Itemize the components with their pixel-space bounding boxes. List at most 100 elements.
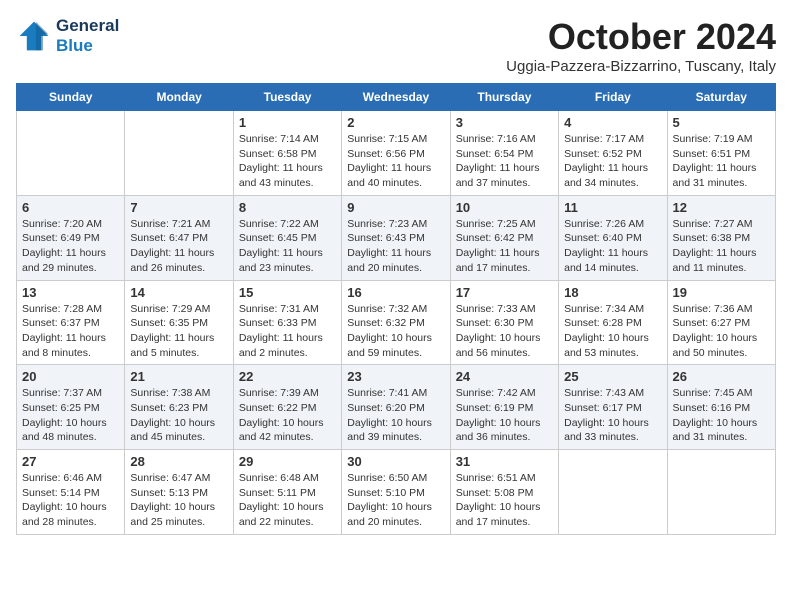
logo-icon	[16, 18, 52, 54]
title-block: October 2024 Uggia-Pazzera-Bizzarrino, T…	[506, 16, 776, 75]
calendar-cell: 10 Sunrise: 7:25 AMSunset: 6:42 PMDayligh…	[450, 195, 558, 280]
day-number: 20	[22, 369, 119, 384]
day-number: 8	[239, 200, 336, 215]
calendar-cell: 15 Sunrise: 7:31 AMSunset: 6:33 PMDayligh…	[233, 280, 341, 365]
day-number: 30	[347, 454, 444, 469]
calendar-cell	[125, 111, 233, 196]
day-number: 16	[347, 285, 444, 300]
calendar-cell: 17 Sunrise: 7:33 AMSunset: 6:30 PMDayligh…	[450, 280, 558, 365]
day-number: 15	[239, 285, 336, 300]
calendar-cell: 24Sunrise: 7:42 AMSunset: 6:19 PMDayligh…	[450, 365, 558, 450]
calendar-cell: 21Sunrise: 7:38 AMSunset: 6:23 PMDayligh…	[125, 365, 233, 450]
day-info: Sunrise: 7:36 AMSunset: 6:27 PMDaylight:…	[673, 303, 758, 359]
calendar-table: SundayMondayTuesdayWednesdayThursdayFrid…	[16, 83, 776, 535]
day-info: Sunrise: 7:32 AMSunset: 6:32 PMDaylight:…	[347, 303, 432, 359]
day-info: Sunrise: 7:20 AMSunset: 6:49 PMDaylight:…	[22, 218, 106, 274]
day-number: 18	[564, 285, 661, 300]
day-info: Sunrise: 7:33 AMSunset: 6:30 PMDaylight:…	[456, 303, 541, 359]
day-info: Sunrise: 7:15 AMSunset: 6:56 PMDaylight:…	[347, 133, 431, 189]
location-title: Uggia-Pazzera-Bizzarrino, Tuscany, Italy	[506, 58, 776, 75]
day-number: 28	[130, 454, 227, 469]
calendar-cell: 2Sunrise: 7:15 AMSunset: 6:56 PMDaylight…	[342, 111, 450, 196]
day-info: Sunrise: 7:22 AMSunset: 6:45 PMDaylight:…	[239, 218, 323, 274]
day-info: Sunrise: 6:51 AMSunset: 5:08 PMDaylight:…	[456, 472, 541, 528]
day-info: Sunrise: 7:27 AMSunset: 6:38 PMDaylight:…	[673, 218, 757, 274]
day-info: Sunrise: 7:31 AMSunset: 6:33 PMDaylight:…	[239, 303, 323, 359]
calendar-cell: 13 Sunrise: 7:28 AMSunset: 6:37 PMDayligh…	[17, 280, 125, 365]
header-row: SundayMondayTuesdayWednesdayThursdayFrid…	[17, 84, 776, 111]
day-info: Sunrise: 7:39 AMSunset: 6:22 PMDaylight:…	[239, 387, 324, 443]
day-number: 10	[456, 200, 553, 215]
day-number: 14	[130, 285, 227, 300]
calendar-cell	[559, 450, 667, 535]
day-header-saturday: Saturday	[667, 84, 775, 111]
day-header-tuesday: Tuesday	[233, 84, 341, 111]
day-info: Sunrise: 7:25 AMSunset: 6:42 PMDaylight:…	[456, 218, 540, 274]
calendar-cell	[17, 111, 125, 196]
day-number: 17	[456, 285, 553, 300]
day-number: 12	[673, 200, 770, 215]
day-info: Sunrise: 6:46 AMSunset: 5:14 PMDaylight:…	[22, 472, 107, 528]
page-header: General Blue October 2024 Uggia-Pazzera-…	[16, 16, 776, 75]
day-info: Sunrise: 7:19 AMSunset: 6:51 PMDaylight:…	[673, 133, 757, 189]
calendar-cell: 3 Sunrise: 7:16 AMSunset: 6:54 PMDaylight…	[450, 111, 558, 196]
calendar-cell: 19 Sunrise: 7:36 AMSunset: 6:27 PMDayligh…	[667, 280, 775, 365]
day-number: 22	[239, 369, 336, 384]
day-number: 1	[239, 115, 336, 130]
calendar-cell: 14 Sunrise: 7:29 AMSunset: 6:35 PMDayligh…	[125, 280, 233, 365]
day-number: 27	[22, 454, 119, 469]
logo: General Blue	[16, 16, 119, 55]
day-number: 3	[456, 115, 553, 130]
day-number: 31	[456, 454, 553, 469]
day-info: Sunrise: 7:21 AMSunset: 6:47 PMDaylight:…	[130, 218, 214, 274]
calendar-cell: 30 Sunrise: 6:50 AMSunset: 5:10 PMDayligh…	[342, 450, 450, 535]
calendar-cell: 22 Sunrise: 7:39 AMSunset: 6:22 PMDayligh…	[233, 365, 341, 450]
calendar-cell: 5 Sunrise: 7:19 AMSunset: 6:51 PMDaylight…	[667, 111, 775, 196]
day-info: Sunrise: 6:48 AMSunset: 5:11 PMDaylight:…	[239, 472, 324, 528]
day-number: 23	[347, 369, 444, 384]
day-info: Sunrise: 7:16 AMSunset: 6:54 PMDaylight:…	[456, 133, 540, 189]
day-number: 5	[673, 115, 770, 130]
week-row-2: 6 Sunrise: 7:20 AMSunset: 6:49 PMDaylight…	[17, 195, 776, 280]
calendar-cell: 7Sunrise: 7:21 AMSunset: 6:47 PMDaylight…	[125, 195, 233, 280]
day-info: Sunrise: 7:34 AMSunset: 6:28 PMDaylight:…	[564, 303, 649, 359]
day-info: Sunrise: 7:43 AMSunset: 6:17 PMDaylight:…	[564, 387, 649, 443]
day-info: Sunrise: 7:29 AMSunset: 6:35 PMDaylight:…	[130, 303, 214, 359]
calendar-cell: 11Sunrise: 7:26 AMSunset: 6:40 PMDayligh…	[559, 195, 667, 280]
calendar-cell: 18 Sunrise: 7:34 AMSunset: 6:28 PMDayligh…	[559, 280, 667, 365]
calendar-cell: 25 Sunrise: 7:43 AMSunset: 6:17 PMDayligh…	[559, 365, 667, 450]
day-info: Sunrise: 7:42 AMSunset: 6:19 PMDaylight:…	[456, 387, 541, 443]
day-number: 13	[22, 285, 119, 300]
day-header-friday: Friday	[559, 84, 667, 111]
week-row-5: 27 Sunrise: 6:46 AMSunset: 5:14 PMDayligh…	[17, 450, 776, 535]
day-info: Sunrise: 7:41 AMSunset: 6:20 PMDaylight:…	[347, 387, 432, 443]
day-number: 21	[130, 369, 227, 384]
logo-text-general: General	[56, 16, 119, 36]
day-number: 25	[564, 369, 661, 384]
calendar-cell: 29Sunrise: 6:48 AMSunset: 5:11 PMDayligh…	[233, 450, 341, 535]
logo-text-blue: Blue	[56, 36, 119, 56]
day-header-monday: Monday	[125, 84, 233, 111]
calendar-cell: 31 Sunrise: 6:51 AMSunset: 5:08 PMDayligh…	[450, 450, 558, 535]
day-number: 19	[673, 285, 770, 300]
day-info: Sunrise: 7:14 AMSunset: 6:58 PMDaylight:…	[239, 133, 323, 189]
day-info: Sunrise: 6:50 AMSunset: 5:10 PMDaylight:…	[347, 472, 432, 528]
day-header-wednesday: Wednesday	[342, 84, 450, 111]
day-number: 6	[22, 200, 119, 215]
day-info: Sunrise: 7:28 AMSunset: 6:37 PMDaylight:…	[22, 303, 106, 359]
day-header-sunday: Sunday	[17, 84, 125, 111]
week-row-4: 20 Sunrise: 7:37 AMSunset: 6:25 PMDayligh…	[17, 365, 776, 450]
calendar-cell: 12 Sunrise: 7:27 AMSunset: 6:38 PMDayligh…	[667, 195, 775, 280]
calendar-cell: 16 Sunrise: 7:32 AMSunset: 6:32 PMDayligh…	[342, 280, 450, 365]
day-number: 4	[564, 115, 661, 130]
calendar-cell: 26 Sunrise: 7:45 AMSunset: 6:16 PMDayligh…	[667, 365, 775, 450]
calendar-cell: 8 Sunrise: 7:22 AMSunset: 6:45 PMDaylight…	[233, 195, 341, 280]
day-info: Sunrise: 7:23 AMSunset: 6:43 PMDaylight:…	[347, 218, 431, 274]
day-info: Sunrise: 7:45 AMSunset: 6:16 PMDaylight:…	[673, 387, 758, 443]
day-info: Sunrise: 7:37 AMSunset: 6:25 PMDaylight:…	[22, 387, 107, 443]
month-title: October 2024	[506, 16, 776, 58]
day-number: 11	[564, 200, 661, 215]
day-number: 26	[673, 369, 770, 384]
calendar-cell: 28Sunrise: 6:47 AMSunset: 5:13 PMDayligh…	[125, 450, 233, 535]
calendar-cell	[667, 450, 775, 535]
